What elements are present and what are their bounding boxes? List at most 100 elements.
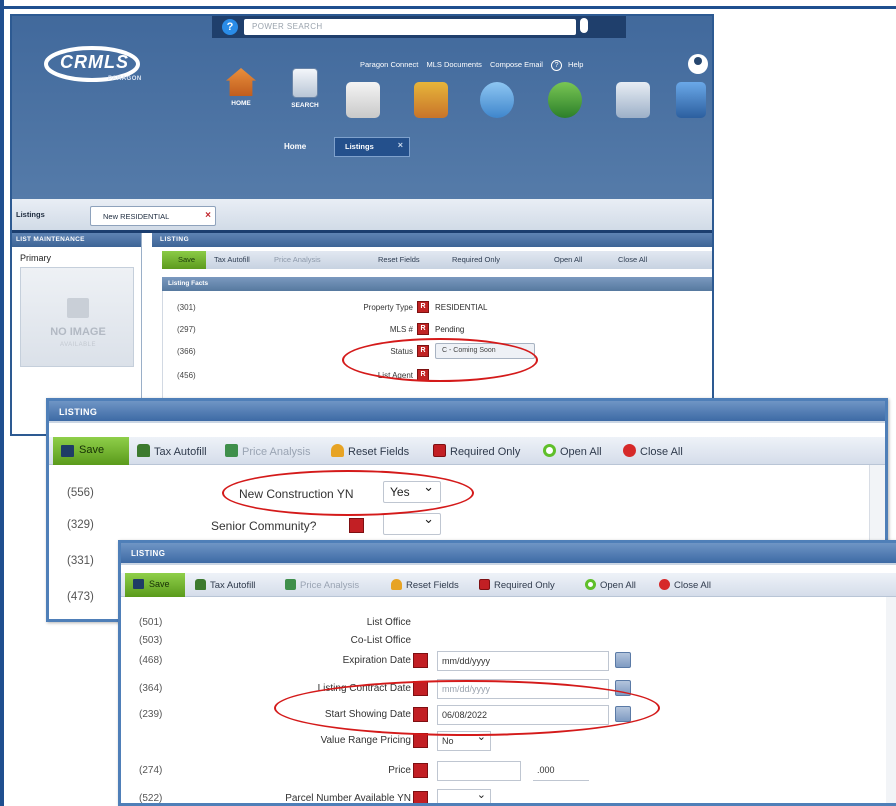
field-code: (329) [67, 519, 94, 531]
car-icon [137, 444, 150, 457]
tab-listings[interactable]: Listings × [334, 137, 410, 157]
highlight-oval-new-construction [222, 470, 474, 516]
link-paragon-connect[interactable]: Paragon Connect [360, 60, 418, 69]
help-icon[interactable]: ? [551, 60, 563, 71]
field-code: (473) [67, 591, 94, 603]
save-button[interactable]: Save [53, 437, 129, 465]
reset-fields-button[interactable]: Reset Fields [378, 255, 420, 264]
expiration-date-input[interactable]: mm/dd/yyyy [437, 651, 609, 671]
tax-autofill-button[interactable]: Tax Autofill [195, 579, 255, 591]
price-cents-input[interactable]: .000 [533, 761, 589, 781]
open-all-label: Open All [560, 446, 602, 458]
close-all-button[interactable]: Close All [623, 444, 683, 458]
listing-toolbar: Save Tax Autofill Price Analysis Reset F… [162, 251, 712, 269]
listing-tab-bar: Listings New RESIDENTIAL × [12, 199, 712, 233]
tax-autofill-label: Tax Autofill [154, 446, 207, 458]
tab-home[interactable]: Home [284, 142, 306, 151]
open-all-button[interactable]: Open All [554, 255, 582, 264]
field-code: (331) [67, 555, 94, 567]
field-code: (364) [139, 683, 163, 694]
field-row: (301) Property Type R RESIDENTIAL [163, 299, 712, 319]
tab-new-residential-label: New RESIDENTIAL [103, 212, 170, 221]
field-code: (556) [67, 487, 94, 499]
no-image-subtext: AVAILABLE [60, 342, 96, 348]
scrollbar[interactable] [886, 597, 896, 803]
help-circle-icon[interactable]: ? [222, 19, 238, 35]
field-code: (501) [139, 617, 163, 628]
close-icon[interactable]: × [398, 140, 403, 150]
open-all-button[interactable]: Open All [585, 579, 636, 591]
mls-number-value: Pending [435, 325, 465, 334]
required-icon [413, 763, 428, 778]
tax-autofill-button[interactable]: Tax Autofill [137, 444, 207, 458]
microphone-icon[interactable] [580, 18, 588, 33]
nav-home-label: HOME [231, 100, 251, 107]
field-row: (503) Co-List Office [121, 631, 881, 653]
tools-icon[interactable] [676, 82, 706, 118]
save-label: Save [79, 444, 105, 456]
field-code: (468) [139, 655, 163, 666]
save-button[interactable]: Save [125, 573, 185, 597]
open-all-button[interactable]: Open All [543, 444, 602, 458]
calendar-icon[interactable] [615, 652, 631, 668]
price-analysis-button[interactable]: Price Analysis [225, 444, 310, 458]
tab-new-residential[interactable]: New RESIDENTIAL × [90, 206, 216, 226]
required-icon [413, 653, 428, 668]
close-all-button[interactable]: Close All [618, 255, 647, 264]
calculator-icon [285, 579, 296, 590]
open-all-label: Open All [600, 580, 636, 591]
save-label: Save [149, 579, 170, 589]
required-only-label: Required Only [450, 446, 521, 458]
list-office-label: List Office [366, 617, 411, 628]
contacts-icon[interactable] [480, 82, 514, 118]
reset-fields-button[interactable]: Reset Fields [331, 444, 409, 458]
reset-fields-button[interactable]: Reset Fields [391, 579, 459, 591]
stats-icon[interactable] [548, 82, 582, 118]
required-icon [413, 791, 428, 803]
field-code: (297) [177, 325, 196, 334]
field-code: (456) [177, 371, 196, 380]
close-all-icon [659, 579, 670, 590]
required-icon [349, 518, 364, 533]
home-icon [226, 68, 256, 96]
link-help[interactable]: Help [568, 60, 583, 69]
price-analysis-button[interactable]: Price Analysis [274, 255, 321, 264]
list-maintenance-header: LIST MAINTENANCE [12, 233, 141, 247]
tax-autofill-label: Tax Autofill [210, 580, 256, 591]
close-icon[interactable]: × [205, 210, 211, 221]
close-all-label: Close All [674, 580, 711, 591]
open-all-icon [585, 579, 596, 590]
senior-community-select[interactable] [383, 511, 441, 535]
power-search-input[interactable]: POWER SEARCH [244, 19, 576, 35]
field-row: (274) Price .000 [121, 761, 881, 783]
field-code: (522) [139, 793, 163, 804]
save-button[interactable]: Save [162, 251, 206, 269]
price-analysis-button[interactable]: Price Analysis [285, 579, 359, 591]
close-all-button[interactable]: Close All [659, 579, 711, 591]
required-only-button[interactable]: Required Only [433, 444, 520, 458]
highlight-oval-start-showing-date [274, 680, 660, 736]
field-code: (274) [139, 765, 163, 776]
link-compose-email[interactable]: Compose Email [490, 60, 543, 69]
required-only-button[interactable]: Required Only [479, 579, 555, 591]
save-icon [61, 445, 74, 457]
no-image-text: NO IMAGE [50, 326, 106, 338]
required-only-button[interactable]: Required Only [452, 255, 500, 264]
link-mls-documents[interactable]: MLS Documents [426, 60, 481, 69]
field-row: (329) Senior Community? [49, 511, 869, 541]
no-image-placeholder[interactable]: NO IMAGE AVAILABLE [20, 267, 134, 367]
tax-autofill-button[interactable]: Tax Autofill [214, 255, 250, 264]
nav-home-button[interactable]: HOME [218, 68, 264, 107]
nav-search-button[interactable]: SEARCH [282, 68, 328, 109]
reset-fields-label: Reset Fields [406, 580, 459, 591]
files-icon[interactable] [616, 82, 650, 118]
price-analysis-label: Price Analysis [242, 446, 311, 458]
parcel-number-select[interactable] [437, 788, 491, 803]
photos-icon[interactable] [414, 82, 448, 118]
user-avatar-icon[interactable] [688, 54, 708, 74]
price-input[interactable] [437, 761, 521, 781]
save-icon [133, 579, 144, 589]
document-icon[interactable] [346, 82, 380, 118]
save-label: Save [178, 255, 196, 264]
eraser-icon [391, 579, 402, 590]
